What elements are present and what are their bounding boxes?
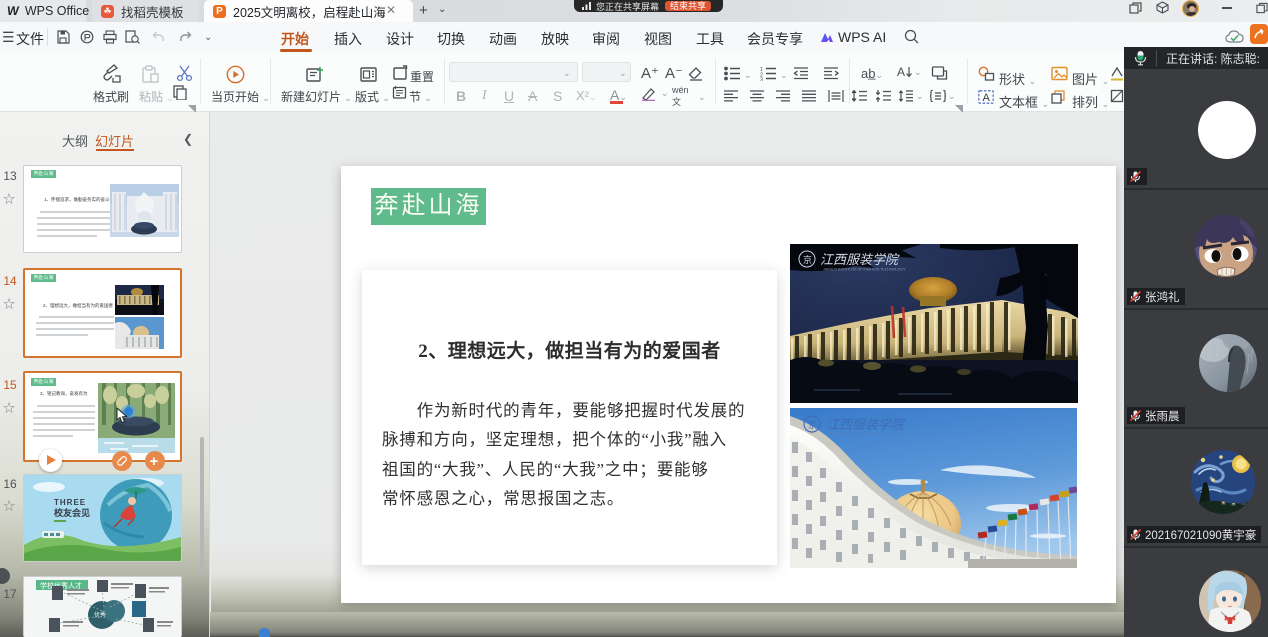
svg-text:校友会见: 校友会见 — [54, 507, 90, 518]
svg-text:京: 京 — [808, 419, 817, 430]
svg-text:优秀: 优秀 — [94, 611, 106, 619]
svg-text:THREE: THREE — [54, 498, 86, 507]
svg-text:3: 3 — [760, 78, 763, 82]
svg-text:A: A — [897, 65, 905, 79]
svg-text:JIANGXI INSTITUTE OF FASHIO: JIANGXI INSTITUTE OF FASHION TECHNOLOGY — [829, 433, 912, 437]
svg-text:A: A — [983, 92, 991, 104]
svg-text:JIANGXI INSTITUTE OF FASHIO: JIANGXI INSTITUTE OF FASHION TECHNOLOGY — [823, 268, 906, 272]
svg-text:京: 京 — [803, 254, 812, 265]
svg-text:江西服装学院: 江西服装学院 — [826, 417, 906, 432]
svg-text:江西服装学院: 江西服装学院 — [820, 252, 900, 267]
